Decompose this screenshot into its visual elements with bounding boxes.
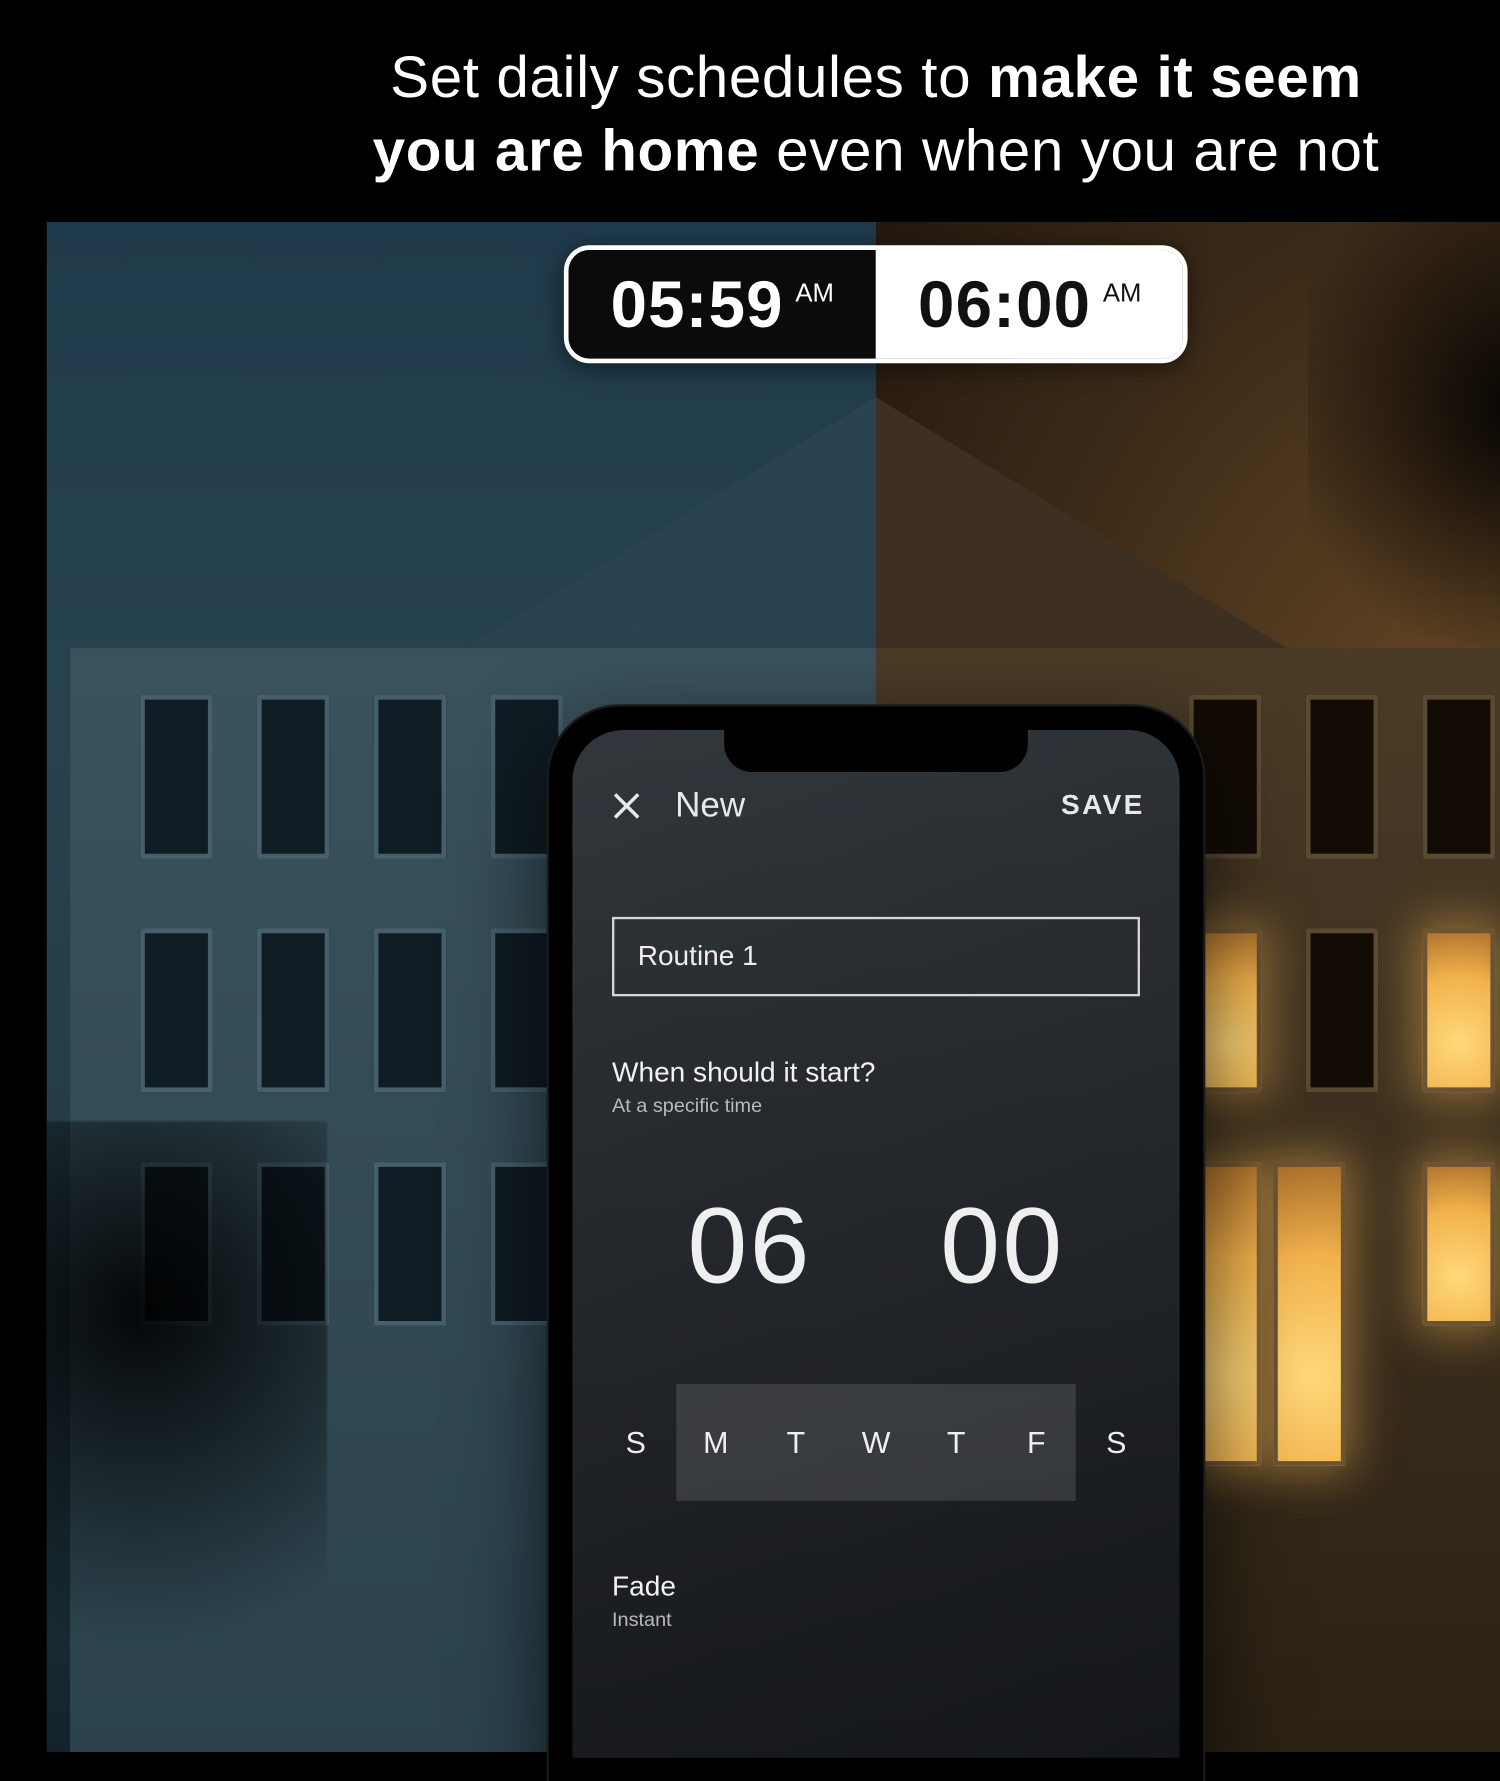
headline-pre: Set daily schedules to xyxy=(390,44,988,109)
day-mon[interactable]: M xyxy=(676,1384,756,1501)
day-sun[interactable]: S xyxy=(596,1384,676,1501)
day-wed[interactable]: W xyxy=(836,1384,916,1501)
phone-frame: New SAVE Routine 1 When should it start?… xyxy=(549,707,1203,1781)
time-picker-minute[interactable]: 00 xyxy=(940,1186,1064,1309)
day-sat[interactable]: S xyxy=(1076,1384,1156,1501)
weekday-selector: S M T W T F S xyxy=(596,1384,1157,1501)
time-badge-after: 06:00 AM xyxy=(876,250,1183,359)
page-title: New xyxy=(675,786,745,826)
promo-canvas: Set daily schedules to make it seem you … xyxy=(0,0,1500,1752)
time-before-value: 05:59 xyxy=(611,266,784,342)
day-thu[interactable]: T xyxy=(916,1384,996,1501)
start-time-question: When should it start? xyxy=(612,1057,1140,1090)
headline-bold-2: you are home xyxy=(373,117,760,182)
headline-post: even when you are not xyxy=(759,117,1379,182)
headline: Set daily schedules to make it seem you … xyxy=(0,41,1500,187)
fade-label: Fade xyxy=(612,1571,1140,1604)
time-badge-before: 05:59 AM xyxy=(569,250,876,359)
fade-section[interactable]: Fade Instant xyxy=(612,1571,1140,1632)
time-picker[interactable]: 06 00 xyxy=(572,1186,1179,1309)
routine-name-input[interactable]: Routine 1 xyxy=(612,917,1140,996)
close-icon[interactable] xyxy=(607,787,644,824)
phone-notch xyxy=(724,730,1028,772)
time-after-value: 06:00 xyxy=(918,266,1091,342)
time-before-ampm: AM xyxy=(795,278,834,308)
start-time-section: When should it start? At a specific time xyxy=(612,1057,1140,1118)
headline-bold-1: make it seem xyxy=(988,44,1362,109)
time-after-ampm: AM xyxy=(1103,278,1142,308)
app-screen: New SAVE Routine 1 When should it start?… xyxy=(572,730,1179,1758)
day-tue[interactable]: T xyxy=(756,1384,836,1501)
time-picker-hour[interactable]: 06 xyxy=(688,1186,812,1309)
save-button[interactable]: SAVE xyxy=(1061,790,1145,823)
start-time-mode[interactable]: At a specific time xyxy=(612,1094,1140,1117)
day-fri[interactable]: F xyxy=(996,1384,1076,1501)
fade-value: Instant xyxy=(612,1608,1140,1631)
app-header: New SAVE xyxy=(572,786,1179,826)
time-badge: 05:59 AM 06:00 AM xyxy=(564,245,1188,363)
